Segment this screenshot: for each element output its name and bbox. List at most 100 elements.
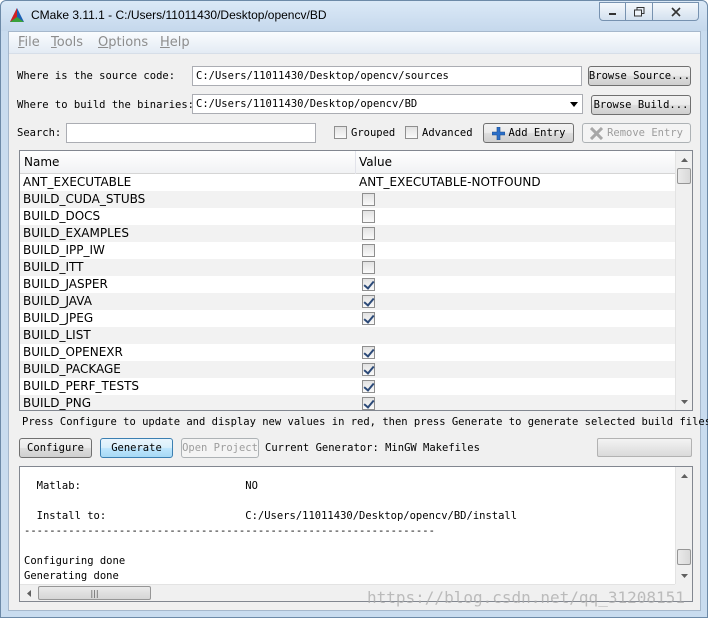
entry-name: BUILD_EXAMPLES [23, 226, 129, 240]
cmake-logo-icon [10, 8, 24, 22]
watermark: https://blog.csdn.net/qq_31208151 [367, 588, 685, 607]
menu-tools[interactable]: Tools [51, 35, 83, 50]
remove-icon [590, 126, 604, 140]
entry-value-checkbox[interactable] [362, 193, 375, 206]
entry-value[interactable]: ANT_EXECUTABLE-NOTFOUND [359, 175, 541, 189]
entry-name: BUILD_JASPER [23, 277, 108, 291]
menu-file[interactable]: File [18, 35, 40, 50]
chevron-down-icon[interactable] [570, 102, 578, 107]
build-path-combo[interactable]: C:/Users/11011430/Desktop/opencv/BD [192, 94, 583, 114]
output-hscroll-thumb[interactable]: ||| [38, 586, 151, 600]
menu-options[interactable]: Options [98, 35, 148, 50]
output-scroll-thumb[interactable] [677, 549, 691, 565]
entry-value-checkbox[interactable] [362, 346, 375, 359]
entry-value-checkbox[interactable] [362, 244, 375, 257]
table-row[interactable]: BUILD_PNG [20, 395, 676, 410]
advanced-checkbox[interactable] [405, 126, 418, 139]
table-row[interactable]: BUILD_PERF_TESTS [20, 378, 676, 395]
search-input[interactable] [66, 123, 316, 143]
remove-entry-label: Remove Entry [607, 127, 683, 139]
add-entry-button[interactable]: Add Entry [483, 123, 574, 143]
log-line: Configuring done [24, 555, 126, 567]
entry-name: BUILD_CUDA_STUBS [23, 192, 146, 206]
table-row[interactable]: BUILD_OPENEXR [20, 344, 676, 361]
table-row[interactable]: BUILD_IPP_IW [20, 242, 676, 259]
entry-value-checkbox[interactable] [362, 295, 375, 308]
output-log[interactable]: Matlab: NO Install to: C:/Users/11011430… [19, 466, 693, 602]
entry-name: ANT_EXECUTABLE [23, 175, 132, 189]
scroll-left-arrow[interactable] [20, 585, 37, 601]
close-button[interactable] [653, 2, 699, 21]
table-rows: ANT_EXECUTABLE ANT_EXECUTABLE-NOTFOUND BUI… [20, 174, 676, 410]
table-row[interactable]: BUILD_JASPER [20, 276, 676, 293]
arrow-down-icon [681, 399, 688, 404]
table-scroll-thumb[interactable] [677, 168, 691, 184]
browse-build-button[interactable]: Browse Build... [591, 95, 691, 115]
build-label: Where to build the binaries: [17, 99, 195, 111]
entry-value-checkbox[interactable] [362, 397, 375, 410]
table-vertical-scrollbar[interactable] [675, 151, 692, 410]
cache-table[interactable]: Name Value ANT_EXECUTABLE ANT_EXECUTABLE-… [19, 150, 693, 411]
table-row[interactable]: BUILD_DOCS [20, 208, 676, 225]
entry-value-checkbox[interactable] [362, 380, 375, 393]
output-scroll-down-arrow[interactable] [676, 567, 692, 584]
entry-value-checkbox[interactable] [362, 278, 375, 291]
table-row[interactable]: ANT_EXECUTABLE ANT_EXECUTABLE-NOTFOUND [20, 174, 676, 191]
table-row[interactable]: BUILD_EXAMPLES [20, 225, 676, 242]
table-row[interactable]: BUILD_ITT [20, 259, 676, 276]
table-row[interactable]: BUILD_LIST [20, 327, 676, 344]
entry-value-checkbox[interactable] [362, 210, 375, 223]
menu-help[interactable]: Help [160, 35, 190, 50]
entry-name: BUILD_JAVA [23, 294, 92, 308]
entry-name: BUILD_PERF_TESTS [23, 379, 140, 393]
entry-value-checkbox[interactable] [362, 261, 375, 274]
output-vertical-scrollbar[interactable] [675, 467, 692, 584]
plus-icon [491, 126, 505, 140]
add-entry-label: Add Entry [508, 127, 566, 139]
entry-name: BUILD_LIST [23, 328, 91, 342]
close-icon [670, 6, 681, 17]
build-path-value: C:/Users/11011430/Desktop/opencv/BD [196, 98, 418, 110]
table-header: Name Value [20, 151, 676, 174]
grouped-label: Grouped [351, 127, 396, 139]
column-header-name[interactable]: Name [24, 155, 59, 169]
entry-name: BUILD_PNG [23, 396, 91, 410]
arrow-up-icon [681, 473, 688, 478]
restore-icon [633, 6, 644, 16]
table-row[interactable]: BUILD_CUDA_STUBS [20, 191, 676, 208]
arrow-up-icon [681, 157, 688, 162]
table-row[interactable]: BUILD_JAVA [20, 293, 676, 310]
open-project-button[interactable]: Open Project [181, 438, 259, 458]
arrow-down-icon [681, 573, 688, 578]
entry-value-checkbox[interactable] [362, 312, 375, 325]
maximize-button[interactable] [626, 2, 653, 21]
minimize-button[interactable] [599, 2, 626, 21]
entry-name: BUILD_DOCS [23, 209, 101, 223]
column-header-value[interactable]: Value [359, 155, 392, 169]
entry-name: BUILD_OPENEXR [23, 345, 123, 359]
browse-source-button[interactable]: Browse Source... [588, 66, 691, 86]
log-line: ----------------------------------------… [24, 525, 435, 537]
progress-bar [597, 438, 692, 457]
source-path-input[interactable]: C:/Users/11011430/Desktop/opencv/sources [192, 66, 582, 86]
log-line: Generating done [24, 570, 119, 582]
entry-name: BUILD_PACKAGE [23, 362, 121, 376]
remove-entry-button[interactable]: Remove Entry [582, 123, 691, 143]
status-message: Press Configure to update and display ne… [22, 416, 708, 428]
log-line: Matlab: NO [24, 480, 258, 492]
title-bar[interactable]: CMake 3.11.1 - C:/Users/11011430/Desktop… [1, 1, 707, 31]
table-row[interactable]: BUILD_JPEG [20, 310, 676, 327]
entry-value-checkbox[interactable] [362, 363, 375, 376]
grouped-checkbox[interactable] [334, 126, 347, 139]
scroll-down-arrow[interactable] [676, 393, 692, 410]
generate-button[interactable]: Generate [100, 438, 173, 458]
table-row[interactable]: BUILD_PACKAGE [20, 361, 676, 378]
entry-name: BUILD_JPEG [23, 311, 94, 325]
configure-button[interactable]: Configure [19, 438, 92, 458]
source-label: Where is the source code: [17, 70, 176, 82]
output-scroll-up-arrow[interactable] [676, 467, 692, 484]
entry-value-checkbox[interactable] [362, 227, 375, 240]
scroll-up-arrow[interactable] [676, 151, 692, 168]
column-separator[interactable] [355, 151, 356, 174]
arrow-left-icon [26, 590, 31, 597]
